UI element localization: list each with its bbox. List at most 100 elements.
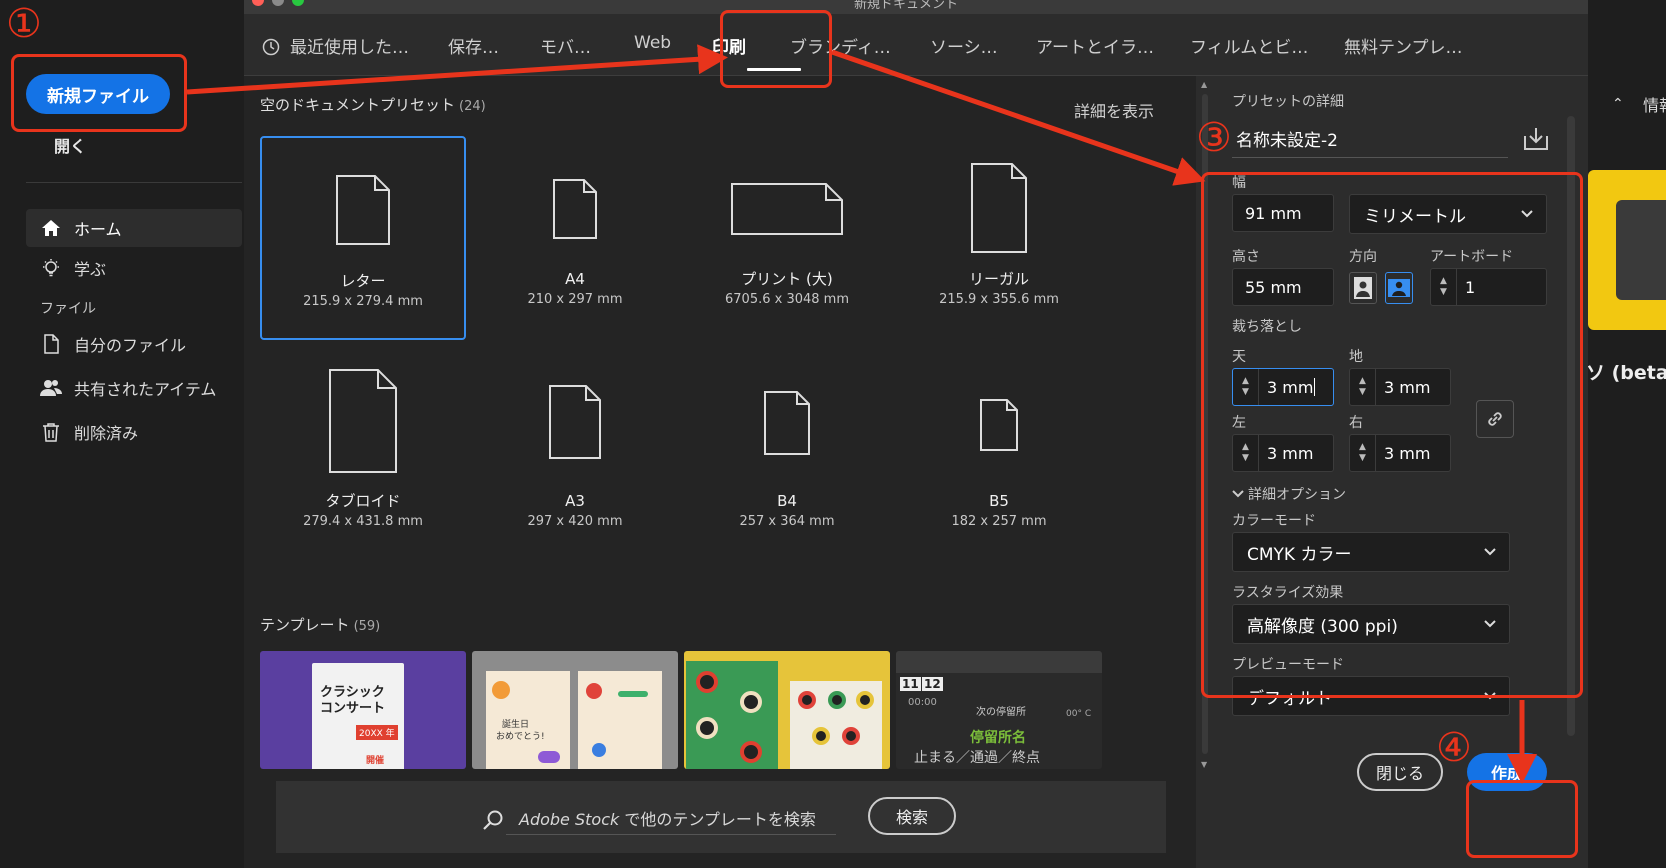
raster-effects-select[interactable]: 高解像度 (300 ppi) <box>1232 604 1510 644</box>
zoom-window-icon[interactable] <box>292 0 304 6</box>
width-field[interactable]: 91 mm <box>1232 194 1334 232</box>
preset-a4[interactable]: A4 210 x 297 mm <box>472 136 678 340</box>
preset-a3[interactable]: A3 297 x 420 mm <box>472 358 678 562</box>
sidebar-item-my-files[interactable]: 自分のファイル <box>40 332 186 356</box>
background-app-strip <box>1588 0 1666 868</box>
portrait-orientation-button[interactable] <box>1349 272 1377 304</box>
new-file-button[interactable]: 新規ファイル <box>26 74 170 114</box>
search-icon <box>483 810 503 830</box>
preset-legal[interactable]: リーガル 215.9 x 355.6 mm <box>896 136 1102 340</box>
sidebar-item-label: 削除済み <box>74 424 139 443</box>
create-button[interactable]: 作成 <box>1467 753 1547 791</box>
preset-name: B5 <box>989 492 1009 510</box>
tab-art-illustration[interactable]: アートとイラ… <box>1036 33 1154 58</box>
preview-mode-select[interactable]: デフォルト <box>1232 676 1510 716</box>
landscape-orientation-button[interactable] <box>1385 272 1413 304</box>
portrait-icon <box>1354 277 1372 299</box>
template-text: 00:00 <box>908 697 937 708</box>
chevron-up-icon[interactable]: ⌃ <box>1612 96 1624 112</box>
color-mode-select[interactable]: CMYK カラー <box>1232 532 1510 572</box>
template-birthday[interactable]: 誕生日 おめでとう! <box>472 651 678 769</box>
tab-recent[interactable]: 最近使用した… <box>262 33 409 58</box>
save-preset-icon[interactable] <box>1522 126 1550 152</box>
stepper-arrows[interactable]: ▲ ▼ <box>1350 435 1376 471</box>
sidebar-item-label: 自分のファイル <box>74 336 187 355</box>
tab-mobile[interactable]: モバ… <box>540 33 591 58</box>
link-icon <box>1488 412 1502 426</box>
close-window-icon[interactable] <box>252 0 264 6</box>
tab-branding[interactable]: ブランディ… <box>790 33 891 58</box>
lightbulb-icon <box>40 257 62 279</box>
stepper-arrows[interactable]: ▲ ▼ <box>1233 369 1259 405</box>
search-button[interactable]: 検索 <box>868 797 956 835</box>
document-icon <box>980 399 1018 451</box>
template-pattern[interactable] <box>684 651 890 769</box>
preset-b4[interactable]: B4 257 x 364 mm <box>684 358 890 562</box>
artboard-stepper[interactable]: ▲ ▼ 1 <box>1430 268 1547 306</box>
presets-heading: 空のドキュメントプリセット (24) <box>260 96 486 114</box>
preset-size: 215.9 x 355.6 mm <box>939 292 1059 307</box>
height-field[interactable]: 55 mm <box>1232 268 1334 306</box>
chevron-down-icon <box>1484 692 1496 700</box>
category-tabs: 最近使用した… 保存… モバ… Web 印刷 ブランディ… ソーシ… アートとイ… <box>244 14 1588 76</box>
details-scrollbar[interactable] <box>1567 116 1575 736</box>
close-button[interactable]: 閉じる <box>1357 753 1443 791</box>
templates-heading: テンプレート (59) <box>260 616 381 634</box>
preset-size: 297 x 420 mm <box>527 514 623 529</box>
tab-print[interactable]: 印刷 <box>712 33 746 58</box>
unit-select[interactable]: ミリメートル <box>1349 194 1547 234</box>
tab-web[interactable]: Web <box>634 33 671 53</box>
document-icon <box>336 175 390 245</box>
show-details-link[interactable]: 詳細を表示 <box>1074 98 1154 122</box>
template-text: 12 <box>922 677 943 691</box>
tab-film-video[interactable]: フィルムとビ… <box>1190 33 1308 58</box>
stock-search-input[interactable]: Adobe Stock で他のテンプレートを検索 <box>519 806 816 830</box>
document-icon <box>731 183 843 235</box>
stepper-arrows[interactable]: ▲ ▼ <box>1350 369 1376 405</box>
template-text: コンサート <box>320 701 386 716</box>
document-name-field[interactable]: 名称未設定-2 <box>1232 126 1508 158</box>
preset-b5[interactable]: B5 182 x 257 mm <box>896 358 1102 562</box>
document-icon <box>553 179 597 239</box>
sidebar-item-shared[interactable]: 共有されたアイテム <box>40 376 216 400</box>
link-bleed-button[interactable] <box>1476 400 1514 438</box>
app-sidebar: 新規ファイル 開く ホーム 学ぶ ファイル 自分のファイル 共有されたアイテム … <box>0 0 242 868</box>
preset-tabloid[interactable]: タブロイド 279.4 x 431.8 mm <box>260 358 466 562</box>
bleed-top-stepper[interactable]: ▲ ▼ 3 mm <box>1232 368 1334 406</box>
tab-social[interactable]: ソーシ… <box>930 33 998 58</box>
stepper-arrows[interactable]: ▲ ▼ <box>1233 435 1259 471</box>
gallery-scrollbar[interactable]: ▲ ▼ <box>1199 80 1211 770</box>
feature-thumbnail[interactable] <box>1588 170 1666 330</box>
preset-name: レター <box>340 272 386 290</box>
artboard-label: アートボード <box>1430 249 1514 265</box>
advanced-options-toggle[interactable]: 詳細オプション <box>1232 484 1346 504</box>
bleed-left-label: 左 <box>1232 415 1246 431</box>
chevron-down-icon <box>1521 210 1533 218</box>
minimize-window-icon[interactable] <box>272 0 284 6</box>
preset-print-large[interactable]: プリント (大) 6705.6 x 3048 mm <box>684 136 890 340</box>
stepper-arrows[interactable]: ▲ ▼ <box>1431 269 1457 305</box>
preset-details-heading: プリセットの詳細 <box>1232 94 1344 110</box>
open-button[interactable]: 開く <box>54 133 86 157</box>
template-classic-concert[interactable]: クラシック コンサート 20XX 年 開催 <box>260 651 466 769</box>
width-label: 幅 <box>1232 175 1246 191</box>
tab-saved[interactable]: 保存… <box>448 33 499 58</box>
tab-free-templates[interactable]: 無料テンプレ… <box>1344 33 1463 58</box>
height-label: 高さ <box>1232 249 1260 265</box>
template-header <box>896 651 1102 673</box>
sidebar-item-deleted[interactable]: 削除済み <box>40 420 138 444</box>
bleed-bottom-stepper[interactable]: ▲ ▼ 3 mm <box>1349 368 1451 406</box>
sidebar-item-learn[interactable]: 学ぶ <box>40 256 106 280</box>
bleed-bottom-label: 地 <box>1349 349 1363 365</box>
template-bus-stop[interactable]: 11 12 00:00 次の停留所 00° C 停留所名 止まる／通過／終点 <box>896 651 1102 769</box>
preset-size: 215.9 x 279.4 mm <box>303 294 423 309</box>
dialog-title: 新規ドキュメント <box>854 0 959 12</box>
landscape-icon <box>1388 279 1410 297</box>
clock-icon <box>262 38 280 56</box>
preset-letter[interactable]: レター 215.9 x 279.4 mm <box>260 136 466 340</box>
bleed-right-stepper[interactable]: ▲ ▼ 3 mm <box>1349 434 1451 472</box>
annotation-step-4: ④ <box>1436 725 1472 771</box>
template-poster: クラシック コンサート 20XX 年 開催 <box>312 663 404 769</box>
sidebar-item-home[interactable]: ホーム <box>26 209 242 247</box>
bleed-left-stepper[interactable]: ▲ ▼ 3 mm <box>1232 434 1334 472</box>
